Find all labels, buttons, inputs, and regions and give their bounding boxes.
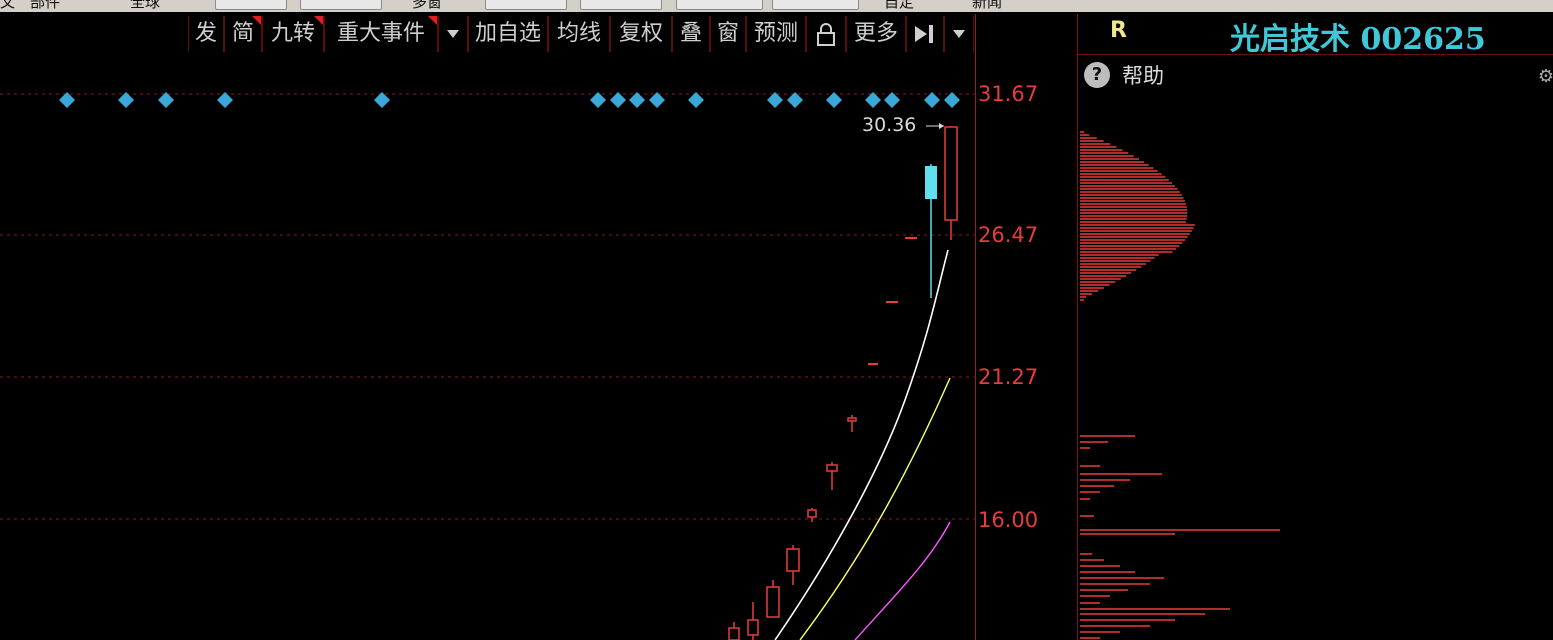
candlestick-chart[interactable] <box>0 54 975 640</box>
window-label: 窗 <box>716 21 739 46</box>
high-marker-arrow-icon <box>939 123 944 129</box>
candle-body <box>826 464 838 472</box>
menu-text[interactable]: 文 <box>0 0 15 12</box>
gear-icon[interactable]: ⚙ <box>1538 66 1553 87</box>
tab-button[interactable] <box>485 0 567 10</box>
stock-header: R 光启技术 002625 <box>1078 14 1553 57</box>
major-events-label: 重大事件 <box>336 21 425 46</box>
menu-text[interactable]: 全球 <box>130 0 160 12</box>
forecast-button[interactable]: 预测 <box>746 16 806 52</box>
ma-line-white <box>774 249 949 640</box>
signal-diamond-icon <box>865 92 881 108</box>
candle-body <box>728 627 740 640</box>
candle-body <box>747 619 759 636</box>
moving-average-button[interactable]: 均线 <box>548 16 610 52</box>
options-dropdown[interactable] <box>944 16 974 52</box>
chevron-down-icon <box>447 30 459 38</box>
ma-line-magenta <box>854 521 951 640</box>
candle-body <box>925 166 937 199</box>
menu-text[interactable]: 部件 <box>30 0 60 12</box>
signal-diamond-icon <box>158 92 174 108</box>
jian-button-label: 简 <box>231 21 254 46</box>
lock-button[interactable] <box>806 16 846 52</box>
candle-body <box>944 126 958 221</box>
chevron-down-icon <box>953 30 965 38</box>
tab-button[interactable] <box>676 0 763 10</box>
more-button[interactable]: 更多 <box>846 16 906 52</box>
candle-body <box>847 417 857 422</box>
ma-line-yellow <box>799 377 951 640</box>
tab-button[interactable] <box>300 0 382 10</box>
more-label: 更多 <box>853 21 898 46</box>
adjust-rights-button[interactable]: 复权 <box>610 16 672 52</box>
tab-button[interactable] <box>772 0 859 10</box>
chart-toolbar: 发 简 九转 重大事件 加自选 均线 复权 叠 窗 预测 更多 <box>0 14 975 54</box>
collapse-button[interactable] <box>906 16 944 52</box>
right-info-panel: R 光启技术 002625 ? 帮助 ⚙ <box>1077 14 1553 640</box>
price-axis-label: 26.47 <box>978 223 1039 247</box>
window-button[interactable]: 窗 <box>710 16 746 52</box>
jian-button[interactable]: 简 <box>224 16 262 52</box>
signal-diamond-icon <box>767 92 783 108</box>
fa-button-label: 发 <box>194 21 217 46</box>
add-watchlist-button[interactable]: 加自选 <box>468 16 548 52</box>
major-events-dropdown[interactable] <box>438 16 468 52</box>
candle-body <box>807 509 817 518</box>
high-price-marker: 30.36 <box>862 114 917 136</box>
lock-icon <box>817 23 835 46</box>
overlay-label: 叠 <box>679 21 702 46</box>
price-axis-label: 21.27 <box>978 365 1039 389</box>
parent-window-strip: 文 部件 全球 多窗 自定 新闻 <box>0 0 1553 12</box>
chart-axis-separator <box>975 14 976 640</box>
stock-title: 光启技术 002625 <box>1230 22 1486 57</box>
tab-button[interactable] <box>580 0 662 10</box>
fa-button[interactable]: 发 <box>188 16 224 52</box>
menu-text[interactable]: 自定 <box>884 0 914 12</box>
price-axis-label: 31.67 <box>978 82 1039 106</box>
tab-button[interactable] <box>215 0 287 10</box>
forecast-label: 预测 <box>753 21 798 46</box>
rights-indicator: R <box>1110 18 1127 43</box>
add-watchlist-label: 加自选 <box>474 21 541 46</box>
overlay-button[interactable]: 叠 <box>672 16 710 52</box>
price-axis-label: 16.00 <box>978 508 1039 532</box>
arrow-right-bar-icon <box>915 25 933 43</box>
volume-profile <box>1080 131 1280 639</box>
jiuzhuan-button[interactable]: 九转 <box>262 16 324 52</box>
moving-average-label: 均线 <box>556 21 601 46</box>
candle-body <box>766 586 780 618</box>
jiuzhuan-button-label: 九转 <box>270 21 315 46</box>
help-link[interactable]: ? 帮助 <box>1084 60 1164 90</box>
adjust-rights-label: 复权 <box>618 21 663 46</box>
menu-text[interactable]: 多窗 <box>412 0 442 12</box>
menu-text[interactable]: 新闻 <box>972 0 1002 12</box>
candle-body <box>786 548 800 572</box>
help-label: 帮助 <box>1122 64 1164 88</box>
question-icon: ? <box>1084 62 1110 88</box>
major-events-button[interactable]: 重大事件 <box>324 16 438 52</box>
